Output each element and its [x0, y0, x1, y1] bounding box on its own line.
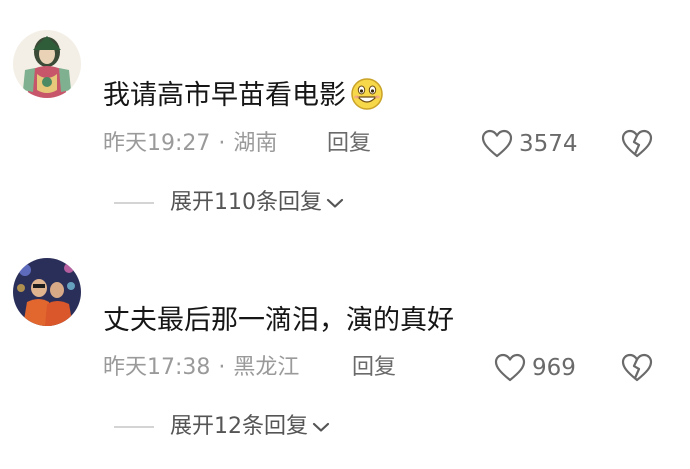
comment-time: 昨天17:38: [103, 355, 211, 380]
avatar-image: [13, 258, 81, 326]
like-count: 3574: [519, 131, 578, 157]
comment-text: 丈夫最后那一滴泪，演的真好: [103, 301, 454, 341]
broken-heart-icon: [621, 353, 653, 382]
avatar[interactable]: [13, 30, 81, 98]
chevron-down-icon: [326, 198, 344, 208]
comment-text-content: 丈夫最后那一滴泪，演的真好: [103, 305, 454, 336]
broken-heart-icon: [621, 129, 653, 158]
comment-text-content: 我请高市早苗看电影: [103, 80, 346, 111]
expand-replies-button[interactable]: 展开12条回复: [114, 412, 330, 442]
comment-location: 黑龙江: [233, 355, 300, 380]
comment-meta: 昨天17:38 · 黑龙江: [103, 353, 299, 383]
like-button[interactable]: 3574: [481, 129, 578, 159]
meta-separator: ·: [218, 131, 226, 156]
heart-outline-icon: [481, 129, 513, 158]
expand-replies-label: 展开12条回复: [170, 414, 308, 439]
reply-button[interactable]: 回复: [327, 129, 371, 159]
like-count: 969: [532, 355, 576, 381]
avatar[interactable]: [13, 258, 81, 326]
comment-text: 我请高市早苗看电影: [103, 76, 385, 116]
expand-divider: [114, 202, 154, 204]
comment-location: 湖南: [233, 131, 278, 156]
comment-meta: 昨天19:27 · 湖南: [103, 129, 277, 159]
expand-divider: [114, 426, 154, 428]
avatar-image: [13, 30, 81, 98]
like-button[interactable]: 969: [494, 353, 576, 383]
chevron-down-icon: [312, 422, 330, 432]
dislike-button[interactable]: [621, 129, 653, 159]
meta-separator: ·: [218, 355, 226, 380]
reply-button[interactable]: 回复: [352, 353, 396, 383]
heart-outline-icon: [494, 353, 526, 382]
dislike-button[interactable]: [621, 353, 653, 383]
grinning-face-icon: [351, 77, 383, 110]
expand-replies-label: 展开110条回复: [170, 190, 322, 215]
expand-replies-button[interactable]: 展开110条回复: [114, 188, 344, 218]
comment-time: 昨天19:27: [103, 131, 211, 156]
